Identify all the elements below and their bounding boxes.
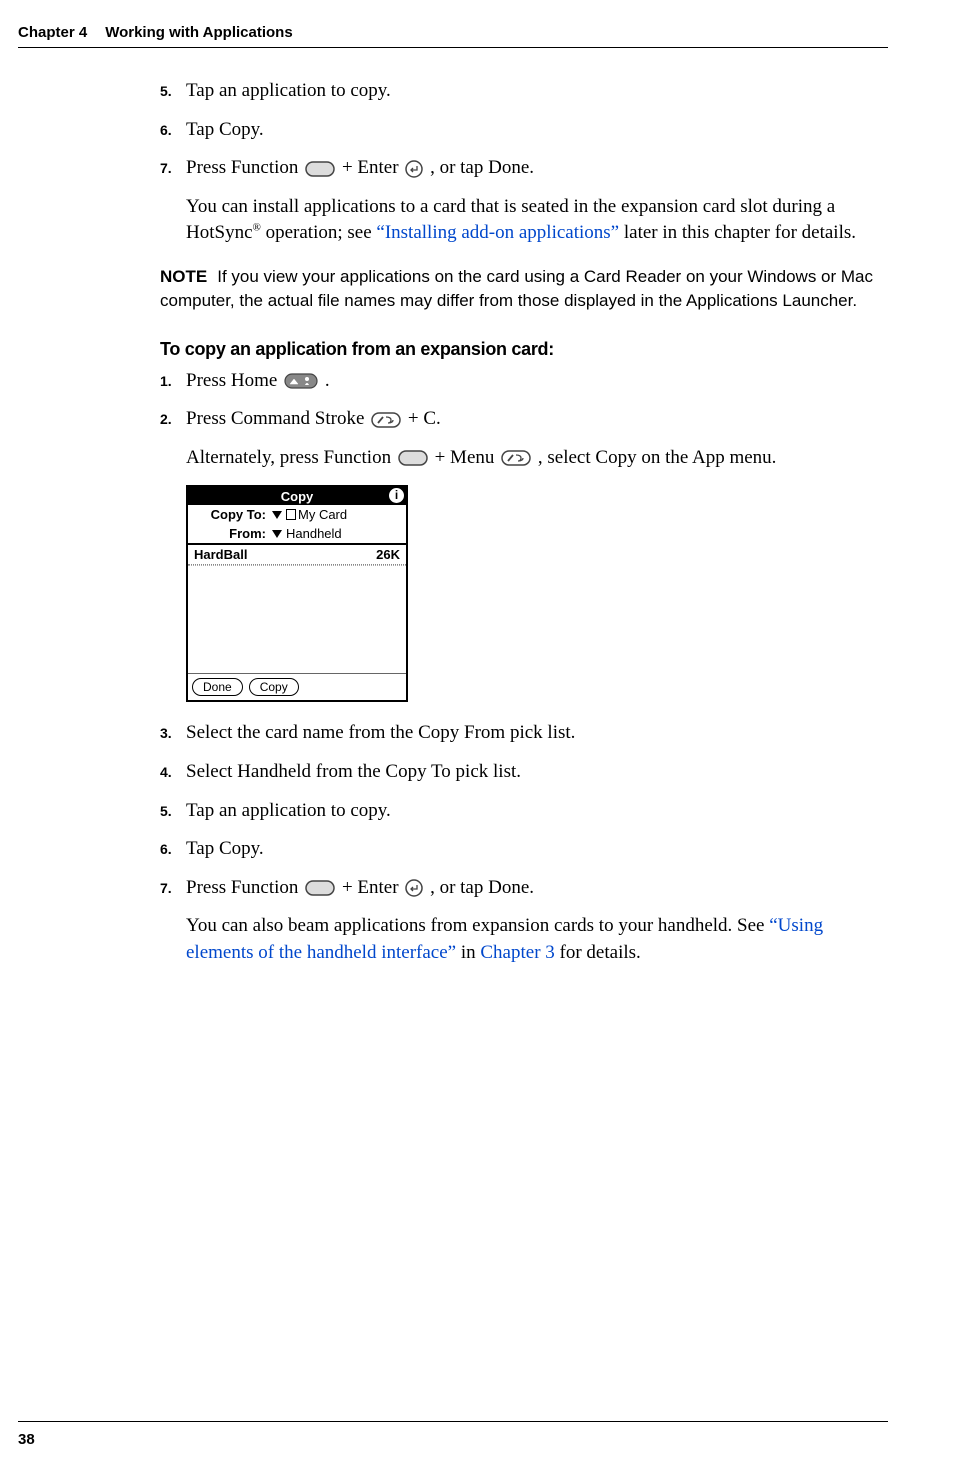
list-text: Select Handheld from the Copy To pick li… [186,759,521,786]
text-segment: operation; see [261,222,377,243]
text-segment: Press Function [186,877,303,898]
from-value: Handheld [286,526,342,541]
list-text: Press Home . [186,368,330,395]
list-number: 6. [160,836,186,863]
list-item: 5. Tap an application to copy. [160,78,888,105]
from-label: From: [194,526,266,541]
list-number: 2. [160,406,186,471]
function-key-icon [398,450,428,466]
installing-addons-link[interactable]: “Installing add-on applications” [376,222,619,243]
list-text: Tap an application to copy. [186,78,391,105]
list-number: 1. [160,368,186,395]
copy-to-label: Copy To: [194,507,266,522]
note-block: NOTEIf you view your applications on the… [160,265,888,313]
list-number: 5. [160,798,186,825]
menu-key-icon [501,450,531,466]
enter-key-icon [405,879,423,897]
copy-dialog-screenshot: Copy i Copy To: My Card From: Handheld [186,485,888,702]
list-number: 7. [160,155,186,247]
copy-button[interactable]: Copy [249,678,299,696]
done-button[interactable]: Done [192,678,243,696]
chapter-3-link[interactable]: Chapter 3 [480,942,554,963]
copy-to-select[interactable]: My Card [272,507,347,522]
dropdown-icon [272,530,282,538]
app-list-row[interactable]: HardBall 26K [188,543,406,565]
text-segment: later in this chapter for details. [619,222,856,243]
page-content: 5. Tap an application to copy. 6. Tap Co… [18,78,888,967]
text-segment: , select Copy on the App menu. [538,447,777,468]
list-number: 4. [160,759,186,786]
section-subheading: To copy an application from an expansion… [160,339,888,360]
text-segment: , or tap Done. [430,157,534,178]
list-item: 4. Select Handheld from the Copy To pick… [160,759,888,786]
list-text: Press Function + Enter , or tap Done. Yo… [186,155,888,247]
list-item: 1. Press Home . [160,368,888,395]
dialog-footer: Done Copy [188,673,406,700]
text-segment: in [456,942,480,963]
registered-mark: ® [253,222,261,234]
text-segment: , or tap Done. [430,877,534,898]
text-segment: Alternately, press Function [186,447,396,468]
text-segment: for details. [555,942,641,963]
dropdown-icon [272,511,282,519]
enter-key-icon [405,160,423,178]
text-segment: + Menu [435,447,500,468]
text-segment: + Enter [342,877,403,898]
page-number: 38 [18,1431,35,1448]
footer-rule [18,1421,888,1422]
text-segment: + Enter [342,157,403,178]
list-item: 5. Tap an application to copy. [160,798,888,825]
text-segment: Press Function [186,157,303,178]
copy-to-value: My Card [298,507,347,522]
list-text: Tap Copy. [186,117,264,144]
card-icon [286,509,296,520]
text-segment: You can also beam applications from expa… [186,915,769,936]
list-item: 6. Tap Copy. [160,836,888,863]
list-number: 6. [160,117,186,144]
chapter-label: Chapter 4 [18,24,87,41]
dialog-frame: Copy i Copy To: My Card From: Handheld [186,485,408,702]
chapter-title: Working with Applications [105,24,293,41]
command-stroke-icon [371,412,401,428]
function-key-icon [305,880,335,896]
text-segment: . [325,370,330,391]
list-number: 3. [160,720,186,747]
list-item: 3. Select the card name from the Copy Fr… [160,720,888,747]
dialog-titlebar: Copy i [188,487,406,505]
from-field: From: Handheld [188,524,406,543]
function-key-icon [305,161,335,177]
app-size: 26K [376,547,400,562]
copy-to-field: Copy To: My Card [188,505,406,524]
info-icon[interactable]: i [389,488,404,503]
list-text: Press Function + Enter , or tap Done. Yo… [186,875,888,967]
list-number: 7. [160,875,186,967]
list-text: Tap Copy. [186,836,264,863]
list-item: 7. Press Function + Enter , or tap Done.… [160,155,888,247]
app-name: HardBall [194,547,247,562]
text-segment: Press Command Stroke [186,408,369,429]
from-select[interactable]: Handheld [272,526,342,541]
home-button-icon [284,373,318,389]
list-item: 7. Press Function + Enter , or tap Done.… [160,875,888,967]
list-number: 5. [160,78,186,105]
text-segment: + C. [408,408,441,429]
note-label: NOTE [160,267,207,286]
dialog-title: Copy [281,489,314,504]
list-text: Select the card name from the Copy From … [186,720,575,747]
note-text: If you view your applications on the car… [160,267,873,310]
list-text: Press Command Stroke + C. Alternately, p… [186,406,776,471]
list-text: Tap an application to copy. [186,798,391,825]
list-item: 2. Press Command Stroke + C. Alternately… [160,406,888,471]
list-item: 6. Tap Copy. [160,117,888,144]
page-header: Chapter 4 Working with Applications [18,24,888,48]
app-list-empty [188,565,406,673]
text-segment: Press Home [186,370,282,391]
